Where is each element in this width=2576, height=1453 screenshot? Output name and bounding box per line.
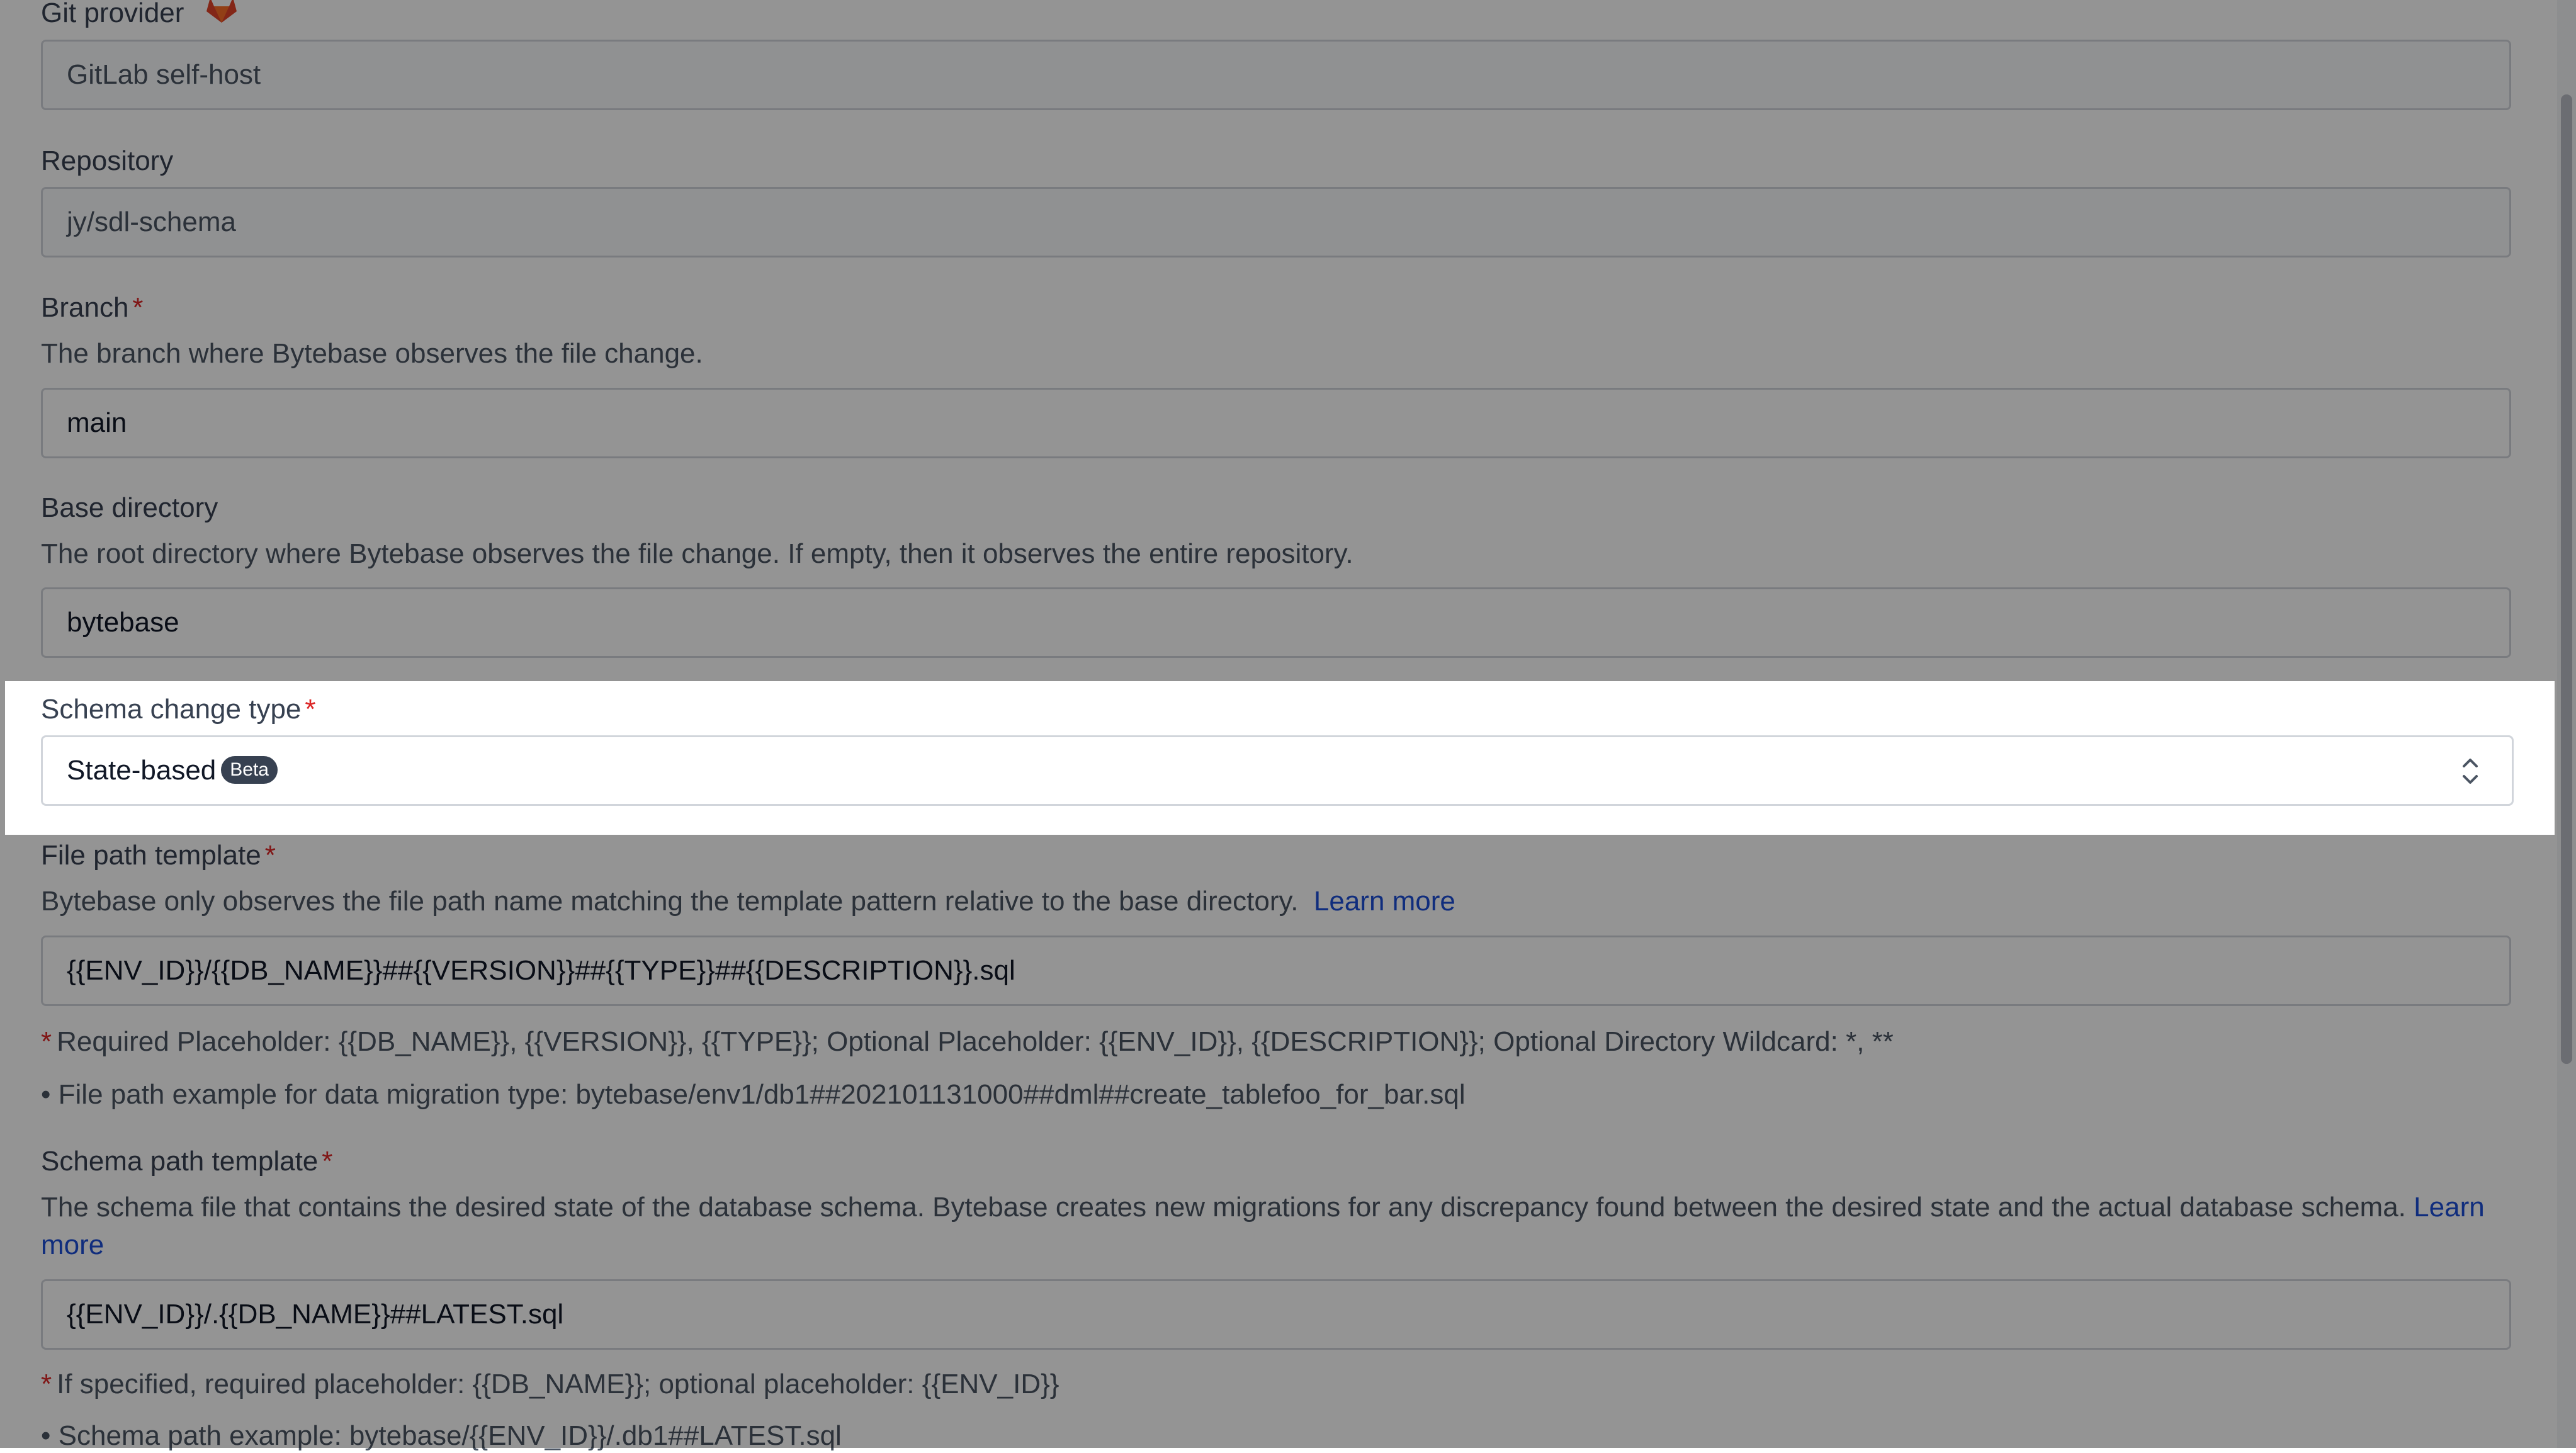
schema-path-template-label: Schema path template *	[41, 1146, 333, 1177]
chevron-up-down-icon	[2463, 759, 2478, 784]
schema-change-type-select[interactable]: State-based Beta	[41, 735, 2514, 806]
file-path-required-note: * Required Placeholder: {{DB_NAME}}, {{VE…	[41, 1026, 1894, 1057]
scrollbar-thumb[interactable]	[2561, 94, 2572, 1064]
repository-field: jy/sdl-schema	[41, 187, 2511, 257]
schema-change-type-highlight: Schema change type * State-based Beta	[5, 681, 2555, 835]
overlay-bottom	[0, 835, 2576, 1448]
file-path-template-input[interactable]: {{ENV_ID}}/{{DB_NAME}}##{{VERSION}}##{{T…	[41, 936, 2511, 1006]
schema-path-template-description: The schema file that contains the desire…	[41, 1192, 2485, 1260]
base-directory-label: Base directory	[41, 492, 218, 523]
branch-description: The branch where Bytebase observes the f…	[41, 338, 703, 369]
vcs-setup-form: Git provider GitLab self-host Repository…	[0, 0, 2576, 1451]
overlay-left	[0, 681, 5, 835]
file-path-learn-more-link[interactable]: Learn more	[1314, 886, 1455, 917]
repository-label: Repository	[41, 145, 174, 176]
file-path-template-label: File path template *	[41, 840, 276, 871]
git-provider-field: GitLab self-host	[41, 40, 2511, 110]
file-path-template-description: Bytebase only observes the file path nam…	[41, 886, 1455, 917]
schema-path-template-input[interactable]: {{ENV_ID}}/.{{DB_NAME}}##LATEST.sql	[41, 1279, 2511, 1350]
file-path-example-note: • File path example for data migration t…	[41, 1079, 1466, 1110]
gitlab-icon	[206, 0, 237, 23]
branch-label: Branch *	[41, 292, 144, 323]
page-scrollbar[interactable]	[2557, 0, 2576, 1448]
beta-badge: Beta	[221, 756, 278, 784]
base-directory-description: The root directory where Bytebase observ…	[41, 538, 1353, 569]
base-directory-input[interactable]: bytebase	[41, 587, 2511, 658]
git-provider-label: Git provider	[41, 0, 239, 30]
branch-input[interactable]: main	[41, 388, 2511, 458]
schema-change-type-label: Schema change type *	[41, 694, 316, 725]
schema-path-required-note: * If specified, required placeholder: {{D…	[41, 1369, 1059, 1399]
